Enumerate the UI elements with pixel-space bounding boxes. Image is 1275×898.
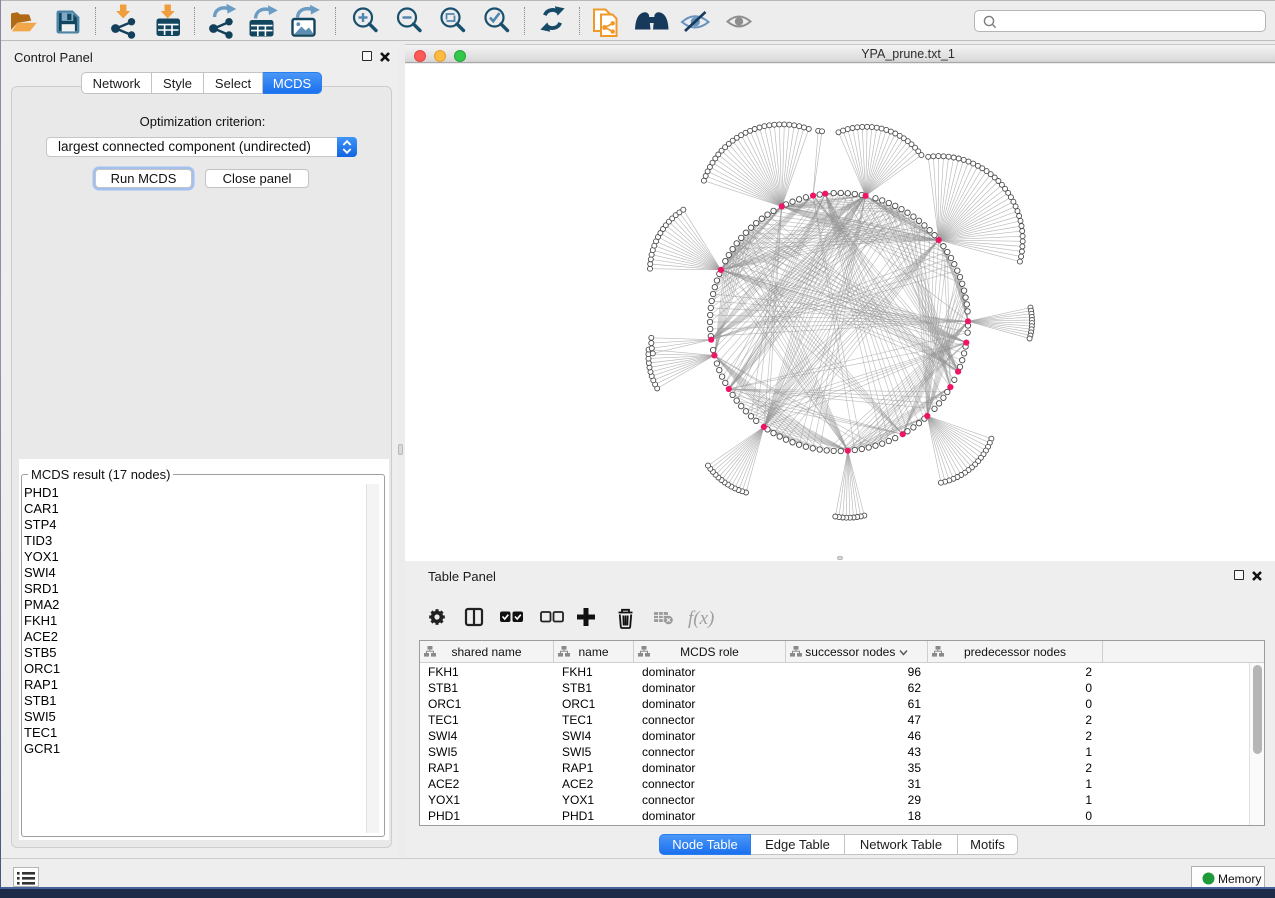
svg-text:f(x): f(x) bbox=[688, 608, 714, 629]
